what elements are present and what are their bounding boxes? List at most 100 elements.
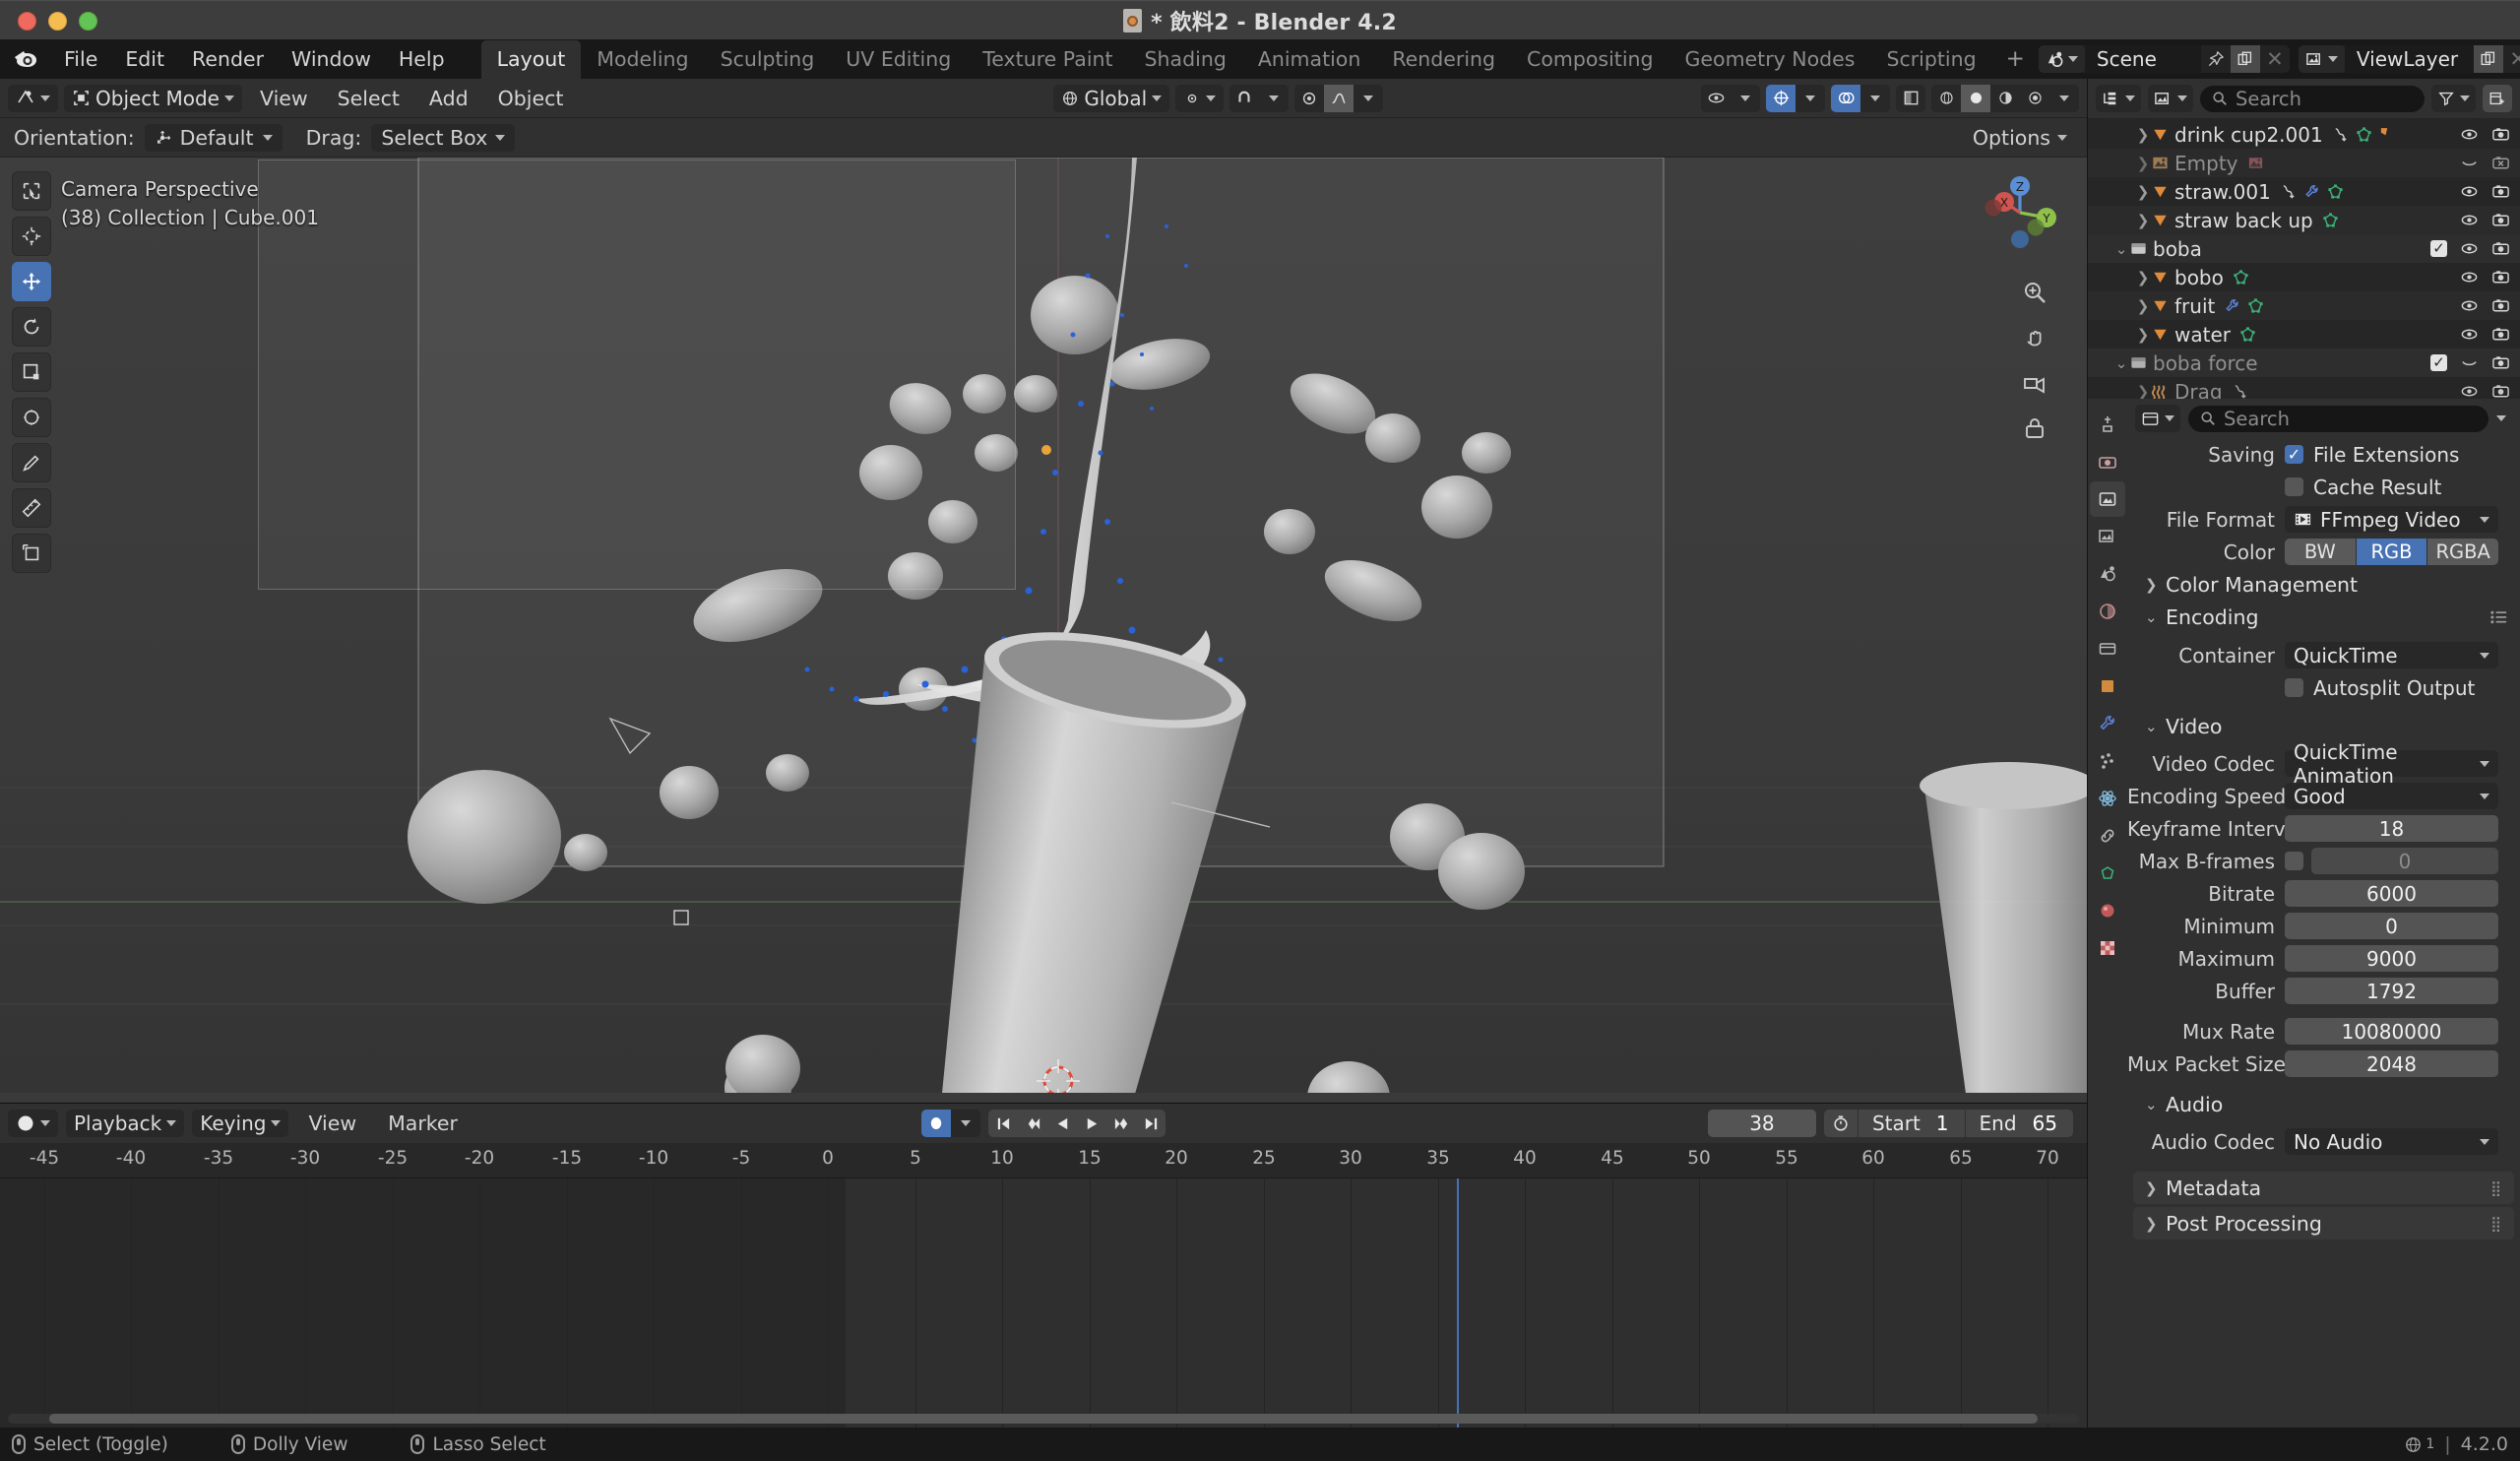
navigation-gizmo[interactable]: Z Y X (1977, 169, 2063, 256)
current-frame-field[interactable]: 38 (1707, 1110, 1816, 1137)
tab-particles[interactable] (2090, 743, 2125, 779)
shading-wireframe-icon[interactable] (1931, 85, 1961, 112)
timeline-ruler[interactable]: -45 -40 -35 -30 -25 -20 -15 -10 -5 0 5 1… (0, 1143, 2087, 1178)
audio-codec-dropdown[interactable]: No Audio (2285, 1128, 2498, 1155)
tab-texture-paint[interactable]: Texture Paint (967, 40, 1128, 79)
outliner-row-water[interactable]: ❯ water (2088, 320, 2520, 349)
end-frame-value[interactable]: 65 (2029, 1112, 2073, 1135)
pivot-point-dropdown[interactable] (1175, 84, 1225, 112)
file-extensions-checkbox[interactable] (2285, 445, 2303, 464)
autosplit-output-checkbox[interactable] (2285, 678, 2303, 697)
color-rgb-button[interactable]: RGB (2356, 539, 2428, 565)
outliner-row-drag[interactable]: ❯ Drag (2088, 377, 2520, 399)
tab-sculpting[interactable]: Sculpting (705, 40, 831, 79)
keyframe-interval-field[interactable]: 18 (2285, 815, 2498, 842)
bitrate-field[interactable]: 6000 (2285, 880, 2498, 907)
cache-result-checkbox[interactable] (2285, 477, 2303, 496)
outliner-row-straw-back-up[interactable]: ❯ straw back up (2088, 206, 2520, 234)
snap-magnet-icon[interactable] (1229, 85, 1259, 112)
panel-color-management[interactable]: ❯ Color Management (2127, 568, 2520, 601)
tool-cursor-icon[interactable] (12, 217, 51, 256)
proportional-falloff-dropdown[interactable] (1354, 85, 1383, 112)
tool-annotate-icon[interactable] (12, 443, 51, 482)
outliner-search-input[interactable]: Search (2200, 85, 2425, 112)
tab-tool[interactable] (2090, 407, 2125, 442)
tab-render[interactable] (2090, 444, 2125, 479)
tab-view-layer[interactable] (2090, 519, 2125, 554)
new-scene-icon[interactable] (2230, 45, 2260, 73)
expand-icon[interactable]: ❯ (2135, 269, 2151, 286)
xray-icon[interactable] (1896, 85, 1925, 112)
color-rgba-button[interactable]: RGBA (2427, 539, 2498, 565)
expand-icon[interactable]: ❯ (2135, 297, 2151, 315)
panel-metadata[interactable]: ❯ Metadata ⣿ (2133, 1172, 2514, 1204)
maximum-field[interactable]: 9000 (2285, 945, 2498, 972)
tab-shading[interactable]: Shading (1129, 40, 1242, 79)
tab-animation[interactable]: Animation (1242, 40, 1377, 79)
scene-icon[interactable] (2038, 45, 2085, 73)
tab-world[interactable] (2090, 594, 2125, 629)
tab-uv-editing[interactable]: UV Editing (830, 40, 967, 79)
outliner-row-fruit[interactable]: ❯ fruit (2088, 291, 2520, 320)
proportional-edit-icon[interactable] (1294, 85, 1324, 112)
transform-orientation-dropdown[interactable]: Global (1053, 84, 1170, 112)
tab-rendering[interactable]: Rendering (1376, 40, 1511, 79)
playback-dropdown[interactable]: Playback (66, 1110, 185, 1137)
use-preview-range-icon[interactable] (1824, 1114, 1858, 1132)
mux-rate-field[interactable]: 10080000 (2285, 1018, 2498, 1045)
tab-object-data[interactable] (2090, 856, 2125, 891)
orientation-dropdown[interactable]: Default (144, 123, 283, 152)
drag-dropdown[interactable]: Select Box (371, 123, 516, 152)
blender-logo-icon[interactable] (12, 45, 39, 73)
scene-selector[interactable]: Scene ✕ (2038, 45, 2290, 73)
tool-scale-icon[interactable] (12, 352, 51, 392)
snap-target-dropdown[interactable] (1259, 85, 1289, 112)
tab-modifiers[interactable] (2090, 706, 2125, 741)
panel-encoding[interactable]: ⌄ Encoding (2127, 601, 2520, 633)
tab-modeling[interactable]: Modeling (581, 40, 704, 79)
scene-name[interactable]: Scene (2084, 45, 2201, 73)
expand-icon[interactable]: ❯ (2135, 383, 2151, 400)
outliner-tree[interactable]: ❯ drink cup2.001 ❯ Empty ❯ straw.001 ❯ s… (2088, 118, 2520, 399)
collection-enable-checkbox[interactable] (2430, 240, 2447, 257)
outliner-display-mode[interactable] (2148, 85, 2193, 112)
timeline-menu-marker[interactable]: Marker (376, 1109, 470, 1138)
toggle-ortho-icon[interactable] (2018, 412, 2051, 445)
viewport-menu-add[interactable]: Add (417, 84, 480, 113)
tab-physics[interactable] (2090, 781, 2125, 816)
minimum-field[interactable]: 0 (2285, 913, 2498, 939)
tool-transform-icon[interactable] (12, 398, 51, 437)
timeline-scrollbar[interactable] (8, 1414, 2079, 1424)
jump-to-start-icon[interactable] (988, 1110, 1018, 1137)
timeline-editor-type[interactable] (8, 1110, 58, 1137)
tool-move-icon[interactable] (12, 262, 51, 301)
outliner-row-boba-collection[interactable]: ⌄ boba (2088, 234, 2520, 263)
object-mode-dropdown[interactable]: Object Mode (64, 84, 242, 112)
pan-view-icon[interactable] (2018, 321, 2051, 354)
mux-packet-size-field[interactable]: 2048 (2285, 1050, 2498, 1077)
properties-editor-type[interactable] (2135, 405, 2180, 432)
gizmo-dropdown[interactable] (1796, 85, 1825, 112)
max-bframes-checkbox[interactable] (2285, 852, 2303, 870)
tool-tweak-icon[interactable] (12, 171, 51, 211)
outliner-row-straw001[interactable]: ❯ straw.001 (2088, 177, 2520, 206)
viewport-canvas[interactable]: Camera Perspective (38) Collection | Cub… (0, 158, 2087, 1103)
viewlayer-name[interactable]: ViewLayer (2344, 45, 2475, 73)
video-codec-dropdown[interactable]: QuickTime Animation (2285, 740, 2498, 788)
tab-object[interactable] (2090, 668, 2125, 704)
expand-icon[interactable]: ❯ (2135, 212, 2151, 229)
expand-icon[interactable]: ❯ (2135, 155, 2151, 172)
playhead-line[interactable] (1457, 1178, 1459, 1428)
delete-viewlayer-icon[interactable]: ✕ (2503, 45, 2520, 73)
next-keyframe-icon[interactable] (1106, 1110, 1136, 1137)
tab-material[interactable] (2090, 893, 2125, 928)
prev-keyframe-icon[interactable] (1018, 1110, 1047, 1137)
panel-audio[interactable]: ⌄ Audio (2127, 1088, 2520, 1120)
gizmo-icon[interactable] (1766, 84, 1796, 112)
viewlayer-icon[interactable] (2298, 45, 2345, 73)
play-icon[interactable] (1077, 1110, 1106, 1137)
panel-video[interactable]: ⌄ Video (2127, 710, 2520, 742)
menu-edit[interactable]: Edit (112, 43, 177, 75)
viewport-menu-object[interactable]: Object (486, 84, 576, 113)
viewport-menu-select[interactable]: Select (326, 84, 411, 113)
